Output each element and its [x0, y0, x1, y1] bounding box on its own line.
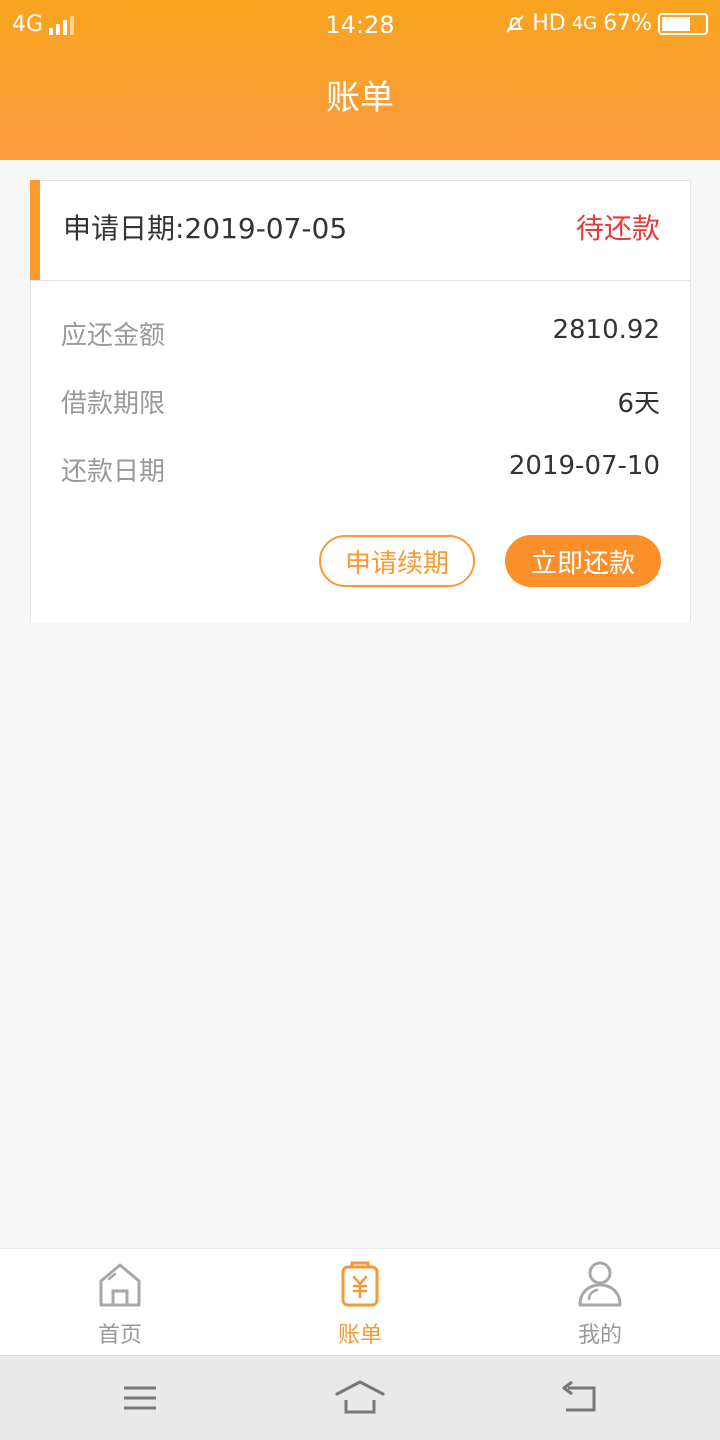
battery-icon — [658, 12, 708, 35]
bill-icon — [341, 1261, 379, 1307]
hd-label: HD — [532, 11, 566, 36]
row-label: 借款期限 — [61, 389, 166, 419]
tab-label: 我的 — [577, 1323, 622, 1348]
row-label: 还款日期 — [61, 457, 166, 487]
renew-button[interactable]: 申请续期 — [319, 535, 475, 587]
home-icon — [99, 1263, 141, 1307]
app-header: 4G 14:28 HD 4G 67% 账单 — [0, 0, 720, 160]
row-value: 6天 — [617, 389, 660, 419]
system-nav-bar — [0, 1355, 720, 1440]
tab-bar: 首页 账单 我的 — [0, 1248, 720, 1355]
back-icon[interactable] — [560, 1378, 598, 1418]
status-bar: 4G 14:28 HD 4G 67% — [0, 0, 720, 50]
home-nav-icon[interactable] — [334, 1378, 386, 1418]
battery-percent: 67% — [603, 11, 652, 36]
apply-date: 申请日期:2019-07-05 — [63, 212, 348, 245]
bill-card: 申请日期:2019-07-05 待还款 应还金额 2810.92 借款期限 6天… — [30, 180, 691, 622]
tab-label: 账单 — [337, 1323, 382, 1348]
amount-due-row: 应还金额 2810.92 — [61, 315, 660, 355]
mute-bell-icon — [506, 14, 524, 33]
menu-icon[interactable] — [122, 1378, 158, 1418]
network-type-2: 4G — [571, 13, 598, 34]
repay-button[interactable]: 立即还款 — [505, 535, 661, 587]
bill-card-header: 申请日期:2019-07-05 待还款 — [31, 181, 690, 281]
tab-home[interactable]: 首页 — [0, 1249, 240, 1356]
row-label: 应还金额 — [61, 321, 166, 351]
row-value: 2810.92 — [552, 315, 660, 345]
loan-term-row: 借款期限 6天 — [61, 383, 660, 423]
tab-bill[interactable]: 账单 — [240, 1249, 480, 1356]
page-title: 账单 — [326, 78, 394, 118]
tab-mine[interactable]: 我的 — [480, 1249, 720, 1356]
repay-date-row: 还款日期 2019-07-10 — [61, 451, 660, 491]
user-icon — [578, 1261, 622, 1307]
status-icons: HD 4G 67% — [504, 11, 708, 36]
row-value: 2019-07-10 — [508, 451, 660, 481]
tab-label: 首页 — [97, 1323, 142, 1348]
status-badge: 待还款 — [575, 212, 660, 245]
